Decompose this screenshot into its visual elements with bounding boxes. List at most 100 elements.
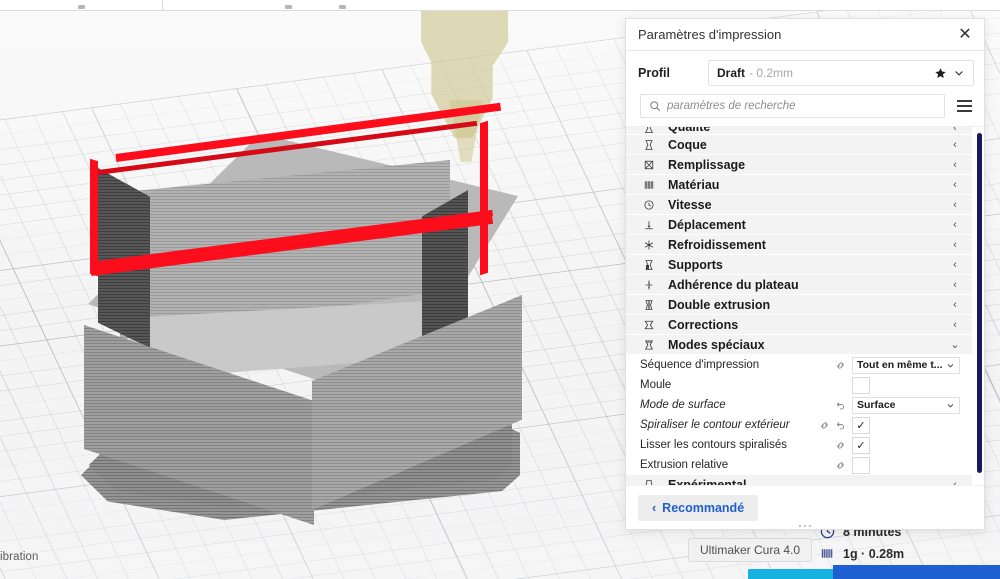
- back-chevron-icon: ‹: [652, 500, 657, 515]
- setting-label: Mode de surface: [640, 399, 726, 411]
- panel-title: Paramètres d'impression: [638, 27, 782, 42]
- link-icon[interactable]: [819, 420, 830, 431]
- chevron-left-icon: ‹: [953, 218, 957, 231]
- category-label: Refroidissement: [668, 237, 766, 252]
- setting-label: Spiraliser le contour extérieur: [640, 419, 790, 431]
- top-toolbar-clipped: [0, 0, 1000, 11]
- link-icon[interactable]: [835, 440, 846, 451]
- model-top-layer-highlight: [88, 102, 502, 340]
- category-row-experimental[interactable]: Expérimental ‹: [626, 475, 972, 485]
- panel-resize-grip[interactable]: [626, 522, 984, 530]
- setting-checkbox[interactable]: [852, 376, 870, 394]
- category-label: Remplissage: [668, 157, 746, 172]
- setting-row: Mode de surface Surface: [626, 395, 972, 415]
- setting-value: Surface: [857, 399, 896, 411]
- chevron-left-icon: ‹: [953, 298, 957, 311]
- material-value: 1g · 0.28m: [843, 546, 905, 561]
- category-row-remplissage[interactable]: Remplissage ‹: [626, 155, 972, 175]
- experimental-icon: [645, 479, 653, 485]
- dual-extrusion-icon: [645, 299, 653, 310]
- profile-label: Profil: [638, 66, 670, 80]
- filament-icon: [821, 549, 833, 558]
- setting-select[interactable]: Surface: [852, 396, 960, 414]
- category-label: Vitesse: [668, 197, 712, 212]
- setting-row: Moule: [626, 375, 972, 395]
- profile-select[interactable]: Draft - 0.2mm: [708, 60, 974, 86]
- setting-checkbox[interactable]: [852, 456, 870, 474]
- toolbar-icon-a: [78, 5, 85, 9]
- printed-model[interactable]: [60, 102, 560, 525]
- category-label: Expérimental: [668, 477, 747, 486]
- setting-indicators: [835, 360, 846, 371]
- speed-icon: [644, 199, 654, 210]
- panel-header: Paramètres d'impression ✕: [626, 19, 984, 51]
- toolbar-cell-center[interactable]: [163, 0, 630, 10]
- search-icon: [650, 101, 660, 111]
- category-row-d-placement[interactable]: Déplacement ‹: [626, 215, 972, 235]
- link-icon[interactable]: [835, 360, 846, 371]
- setting-row: Séquence d'impression Tout en même t...: [626, 355, 972, 375]
- category-label: Adhérence du plateau: [668, 277, 799, 292]
- category-label: Corrections: [668, 317, 739, 332]
- category-label: Modes spéciaux: [668, 337, 765, 352]
- setting-label: Extrusion relative: [640, 459, 729, 471]
- search-box[interactable]: [640, 94, 945, 118]
- material-icon: [644, 180, 654, 189]
- category-row-adh-rence-du-plateau[interactable]: Adhérence du plateau ‹: [626, 275, 972, 295]
- category-row-modes-sp-ciaux[interactable]: Modes spéciaux ⌄: [626, 335, 972, 355]
- infill-icon: [644, 160, 654, 169]
- category-label: Matériau: [668, 177, 720, 192]
- revert-icon[interactable]: [835, 420, 846, 431]
- star-icon[interactable]: [934, 67, 947, 80]
- hamburger-icon[interactable]: [955, 98, 974, 114]
- settings-list[interactable]: Qualité ‹ Coque ‹ Remplissage ‹ Matériau…: [626, 126, 984, 485]
- category-row-mat-riau[interactable]: Matériau ‹: [626, 175, 972, 195]
- rim-front: [90, 215, 494, 276]
- special-modes-icon: [644, 339, 654, 350]
- link-icon[interactable]: [835, 460, 846, 471]
- profile-row: Profil Draft - 0.2mm: [626, 51, 984, 92]
- setting-row: Extrusion relative: [626, 455, 972, 475]
- settings-scrollbar[interactable]: [977, 133, 982, 479]
- category-label: Supports: [668, 257, 723, 272]
- app-version-tooltip: Ultimaker Cura 4.0: [688, 538, 813, 562]
- scrollbar-thumb[interactable]: [977, 133, 982, 473]
- cooling-icon: [644, 240, 654, 249]
- search-row: [626, 92, 984, 126]
- category-label: Déplacement: [668, 217, 746, 232]
- category-host: Coque ‹ Remplissage ‹ Matériau ‹ Vitesse…: [626, 135, 972, 485]
- profile-actions: [934, 67, 965, 80]
- toolbar-icon-c: [339, 5, 346, 9]
- category-row-vitesse[interactable]: Vitesse ‹: [626, 195, 972, 215]
- category-row-double-extrusion[interactable]: Double extrusion ‹: [626, 295, 972, 315]
- recommended-label: Recommandé: [662, 500, 745, 515]
- category-row-refroidissement[interactable]: Refroidissement ‹: [626, 235, 972, 255]
- toolbar-cell-left[interactable]: [0, 0, 163, 10]
- app-root: ibration Ultimaker Cura 4.0 8 minutes 1g…: [0, 0, 1000, 579]
- chevron-down-icon[interactable]: [953, 67, 965, 79]
- category-row-coque[interactable]: Coque ‹: [626, 135, 972, 155]
- chevron-left-icon: ‹: [953, 178, 957, 191]
- quality-icon: [640, 127, 658, 134]
- setting-select[interactable]: Tout en même t...: [852, 356, 960, 374]
- profile-sublabel: - 0.2mm: [749, 66, 794, 80]
- setting-value: Tout en même t...: [857, 359, 943, 371]
- category-row-supports[interactable]: Supports ‹: [626, 255, 972, 275]
- revert-icon[interactable]: [835, 400, 846, 411]
- shell-icon: [645, 139, 653, 150]
- close-icon[interactable]: ✕: [956, 26, 974, 44]
- setting-checkbox[interactable]: ✓: [852, 416, 870, 434]
- app-tooltip-wrap: Ultimaker Cura 4.0: [688, 538, 813, 562]
- recommended-button[interactable]: ‹ Recommandé: [638, 494, 759, 521]
- setting-indicators: [835, 440, 846, 451]
- primary-action-bar[interactable]: [833, 565, 1000, 579]
- panel-footer: ‹ Recommandé: [626, 485, 984, 529]
- print-info-panel: 8 minutes 1g · 0.28m: [820, 524, 1000, 568]
- search-input[interactable]: [667, 100, 936, 112]
- setting-checkbox[interactable]: ✓: [852, 436, 870, 454]
- category-row-clipped[interactable]: Qualité ‹: [626, 127, 972, 135]
- chevron-down-icon: ⌄: [950, 339, 960, 351]
- chevron-left-icon: ‹: [953, 258, 957, 271]
- setting-indicators: [819, 420, 846, 431]
- category-row-corrections[interactable]: Corrections ‹: [626, 315, 972, 335]
